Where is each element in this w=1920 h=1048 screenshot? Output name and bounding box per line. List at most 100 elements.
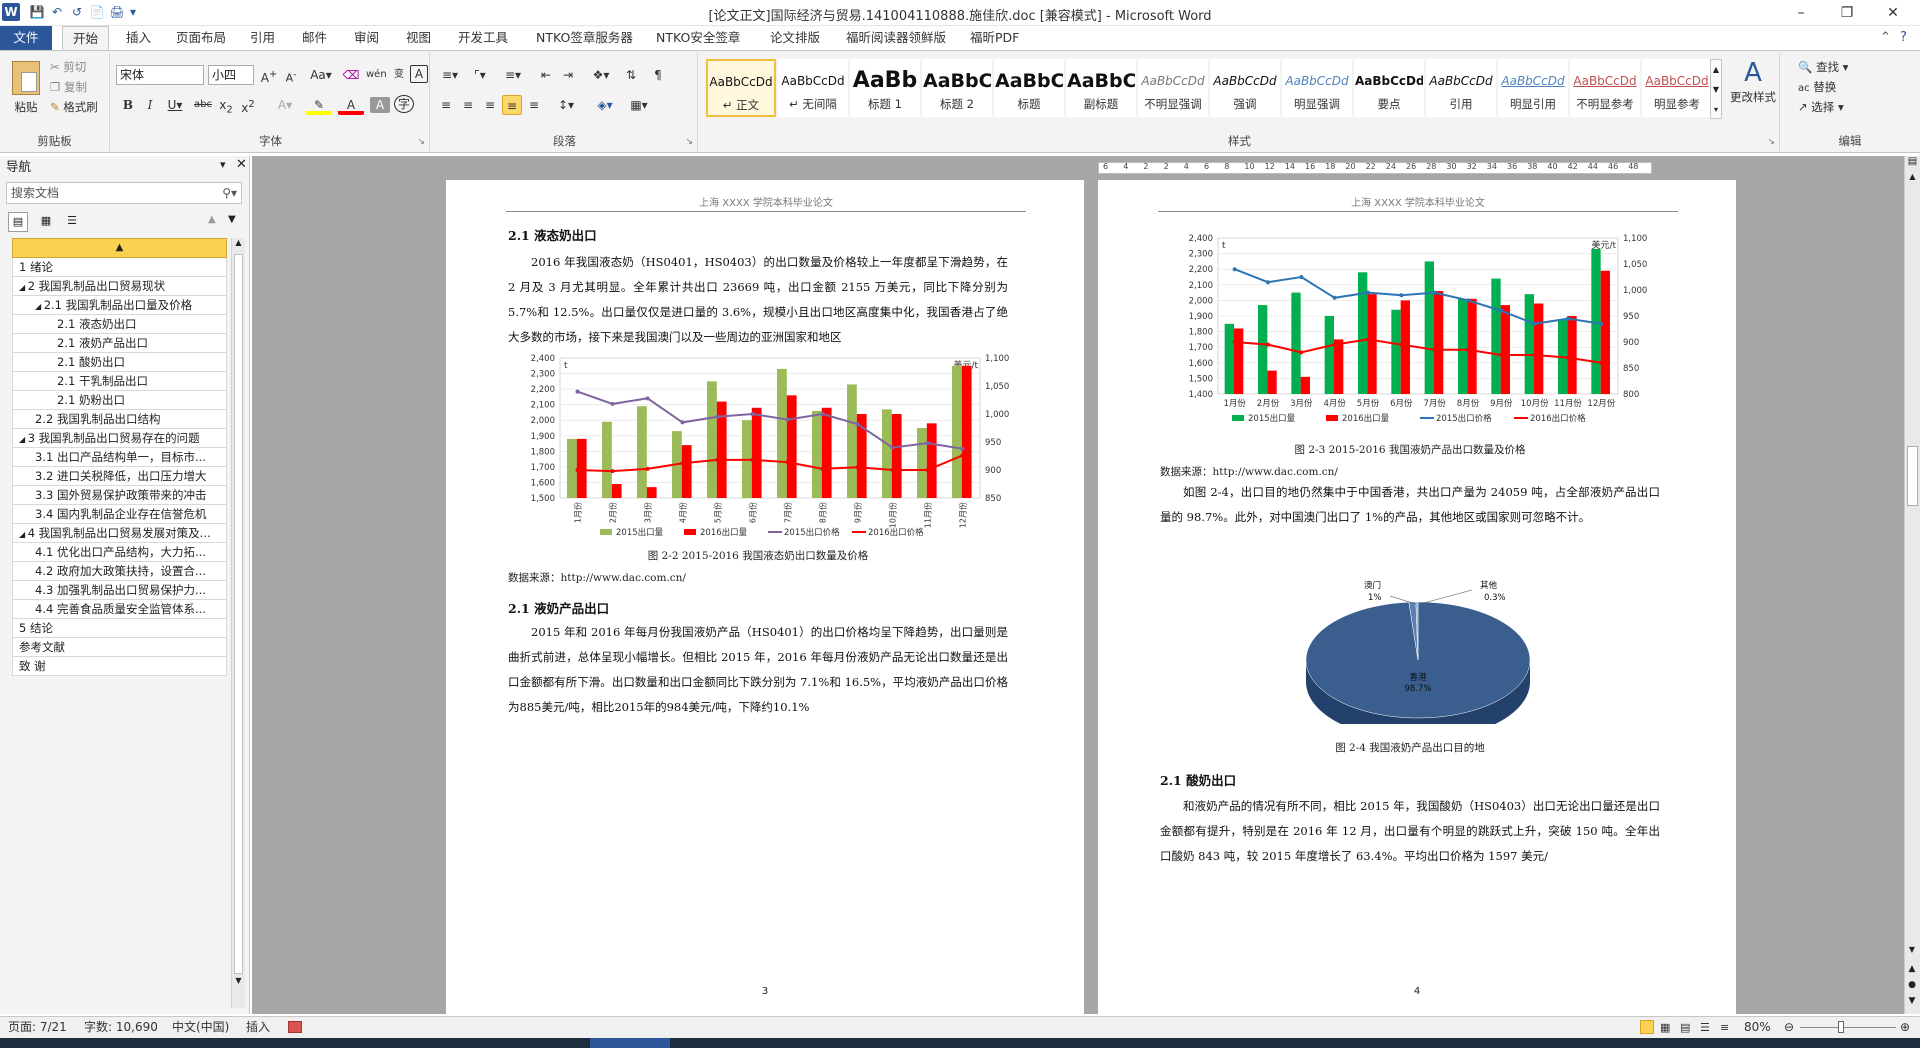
zoom-slider-thumb[interactable] bbox=[1838, 1021, 1844, 1033]
style-9[interactable]: AaBbCcDd 明显强调 bbox=[1282, 59, 1352, 117]
taskbar-word-item[interactable] bbox=[590, 1038, 670, 1048]
chart-3[interactable]: 香港 98.7% 澳门 1% 其他 0.3% bbox=[1298, 574, 1538, 740]
insert-mode[interactable]: 插入 bbox=[246, 1017, 270, 1038]
char-border-icon[interactable]: A bbox=[410, 65, 428, 83]
help-icon[interactable]: ? bbox=[1900, 30, 1907, 45]
cut-button[interactable]: ✂ 剪切 bbox=[50, 59, 86, 75]
superscript-button[interactable]: x2 bbox=[238, 95, 258, 115]
nav-heading-item[interactable]: 2.1 酸奶出口 bbox=[12, 353, 227, 372]
nav-scroll-thumb[interactable] bbox=[234, 254, 243, 974]
enclose-char-icon[interactable]: 字 bbox=[394, 95, 414, 113]
zoom-in-icon[interactable]: ⊕ bbox=[1900, 1017, 1910, 1038]
nav-heading-item[interactable]: ◢ 3 我国乳制品出口贸易存在的问题 bbox=[12, 429, 227, 448]
style-12[interactable]: AaBbCcDd 明显引用 bbox=[1498, 59, 1568, 117]
web-layout-icon[interactable]: ▤ bbox=[1680, 1017, 1690, 1038]
pages-view-icon[interactable]: ▦ bbox=[36, 212, 56, 232]
underline-button[interactable]: U▾ bbox=[162, 95, 188, 115]
chart-1[interactable]: 1,500 1,600 1,700 1,800 1,900 2,000 2,100 2,200… bbox=[508, 348, 1028, 543]
zoom-level[interactable]: 80% bbox=[1744, 1017, 1771, 1038]
tab-insert[interactable]: 插入 bbox=[116, 26, 161, 50]
expand-triangle-icon[interactable]: ◢ bbox=[19, 283, 28, 292]
pinyin-icon[interactable]: 变 bbox=[390, 65, 408, 85]
expand-triangle-icon[interactable]: ◢ bbox=[19, 530, 28, 539]
tab-ntko-sign[interactable]: NTKO安全签章 bbox=[646, 26, 750, 50]
page-count[interactable]: 页面: 7/21 bbox=[8, 1017, 67, 1038]
align-right-icon[interactable]: ≡ bbox=[480, 95, 500, 115]
sort-icon[interactable]: ⇅ bbox=[620, 65, 642, 85]
line-spacing-icon[interactable]: ↕▾ bbox=[552, 95, 580, 115]
highlight-icon[interactable]: ✎ bbox=[306, 95, 332, 115]
print-layout-icon[interactable] bbox=[1640, 1020, 1654, 1034]
borders-icon[interactable]: ▦▾ bbox=[624, 95, 654, 115]
nav-heading-item[interactable]: ◢ 4 我国乳制品出口贸易发展对策及... bbox=[12, 524, 227, 543]
nav-heading-item[interactable]: 4.3 加强乳制品出口贸易保护力... bbox=[12, 581, 227, 600]
close-button[interactable]: ✕ bbox=[1870, 0, 1916, 26]
style-13[interactable]: AaBbCcDd 不明显参考 bbox=[1570, 59, 1640, 117]
nav-heading-item[interactable]: 2.1 奶粉出口 bbox=[12, 391, 227, 410]
results-view-icon[interactable]: ☰ bbox=[62, 212, 82, 232]
scroll-down-icon[interactable]: ▼ bbox=[232, 976, 245, 990]
dialog-launcher-icon[interactable]: ↘ bbox=[1767, 137, 1775, 147]
italic-button[interactable]: I bbox=[140, 95, 160, 115]
tab-thesis[interactable]: 论文排版 bbox=[760, 26, 830, 50]
tab-view[interactable]: 视图 bbox=[396, 26, 441, 50]
tab-file[interactable]: 文件 bbox=[0, 26, 52, 50]
vertical-scrollbar[interactable]: ▤ ▲ ▼ ▲ ● ▼ bbox=[1904, 156, 1920, 1014]
expand-triangle-icon[interactable]: ◢ bbox=[19, 435, 28, 444]
language[interactable]: 中文(中国) bbox=[172, 1017, 229, 1038]
phonetic-guide-icon[interactable]: wén bbox=[366, 65, 387, 85]
nav-heading-item[interactable]: 4.1 优化出口产品结构，大力拓... bbox=[12, 543, 227, 562]
prev-page-icon[interactable]: ▲ bbox=[1905, 964, 1919, 974]
nav-heading-item[interactable]: 3.4 国内乳制品企业存在信誉危机 bbox=[12, 505, 227, 524]
nav-heading-item[interactable]: 5 结论 bbox=[12, 619, 227, 638]
style-11[interactable]: AaBbCcDd 引用 bbox=[1426, 59, 1496, 117]
subscript-button[interactable]: x2 bbox=[216, 95, 236, 115]
nav-heading-item[interactable]: ◢ 2.1 我国乳制品出口量及价格 bbox=[12, 296, 227, 315]
tab-foxit-pdf[interactable]: 福昕PDF bbox=[960, 26, 1029, 50]
chinese-layout-icon[interactable]: ❖▾ bbox=[586, 65, 616, 85]
numbering-icon[interactable]: ⌜▾ bbox=[466, 65, 494, 85]
char-shading-icon[interactable]: A bbox=[370, 97, 390, 113]
scroll-down-icon[interactable]: ▼ bbox=[1905, 945, 1919, 954]
change-styles-button[interactable]: A 更改样式 bbox=[1728, 57, 1778, 105]
nav-heading-item[interactable]: 2.2 我国乳制品出口结构 bbox=[12, 410, 227, 429]
decrease-indent-icon[interactable]: ⇤ bbox=[536, 65, 556, 85]
nav-heading-item[interactable]: 2.1 液奶产品出口 bbox=[12, 334, 227, 353]
scroll-up-icon[interactable]: ▲ bbox=[232, 238, 245, 252]
nav-heading-item[interactable]: 致 谢 bbox=[12, 657, 227, 676]
shrink-font-icon[interactable]: A- bbox=[282, 65, 300, 85]
nav-heading-item[interactable]: 3.3 国外贸易保护政策带来的冲击 bbox=[12, 486, 227, 505]
format-painter-button[interactable]: ✎ 格式刷 bbox=[50, 99, 98, 115]
chart-2[interactable]: 1,400 1,500 1,600 1,700 1,800 1,900 2,000 2,100… bbox=[1160, 230, 1680, 425]
style-4[interactable]: AaBbC 标题 2 bbox=[922, 59, 992, 117]
tab-foxit-reader[interactable]: 福昕阅读器领鲜版 bbox=[836, 26, 956, 50]
style-7[interactable]: AaBbCcDd 不明显强调 bbox=[1138, 59, 1208, 117]
nav-heading-item[interactable]: 4.2 政府加大政策扶持，设置合... bbox=[12, 562, 227, 581]
restore-button[interactable]: ❐ bbox=[1824, 0, 1870, 26]
bold-button[interactable]: B bbox=[118, 95, 138, 115]
style-14[interactable]: AaBbCcDd 明显参考 bbox=[1642, 59, 1712, 117]
style-5[interactable]: AaBbC 标题 bbox=[994, 59, 1064, 117]
replace-button[interactable]: ac 替换 bbox=[1798, 79, 1836, 95]
dialog-launcher-icon[interactable]: ↘ bbox=[417, 137, 425, 147]
distributed-icon[interactable]: ≡ bbox=[524, 95, 544, 115]
minimize-button[interactable]: – bbox=[1778, 0, 1824, 26]
nav-heading-item[interactable]: 3.1 出口产品结构单一，目标市... bbox=[12, 448, 227, 467]
style-8[interactable]: AaBbCcDd 强调 bbox=[1210, 59, 1280, 117]
align-left-icon[interactable]: ≡ bbox=[436, 95, 456, 115]
multilevel-list-icon[interactable]: ≡▾ bbox=[498, 65, 528, 85]
tab-ntko-server[interactable]: NTKO签章服务器 bbox=[526, 26, 643, 50]
copy-button[interactable]: ❐ 复制 bbox=[50, 79, 87, 95]
zoom-slider[interactable] bbox=[1800, 1027, 1896, 1028]
font-name-combo[interactable]: 宋体 bbox=[116, 65, 204, 85]
nav-heading-item[interactable]: 1 绪论 bbox=[12, 258, 227, 277]
macro-record-icon[interactable] bbox=[288, 1021, 302, 1033]
collapse-all-icon[interactable]: ▲ bbox=[12, 238, 227, 258]
dialog-launcher-icon[interactable]: ↘ bbox=[685, 137, 693, 147]
style-6[interactable]: AaBbC 副标题 bbox=[1066, 59, 1136, 117]
nav-scrollbar[interactable]: ▲ ▼ bbox=[231, 238, 245, 1008]
style-10[interactable]: AaBbCcDd 要点 bbox=[1354, 59, 1424, 117]
nav-heading-item[interactable]: 参考文献 bbox=[12, 638, 227, 657]
nav-close-icon[interactable]: ✕ bbox=[236, 157, 247, 172]
doc-scroll-thumb[interactable] bbox=[1907, 446, 1918, 506]
